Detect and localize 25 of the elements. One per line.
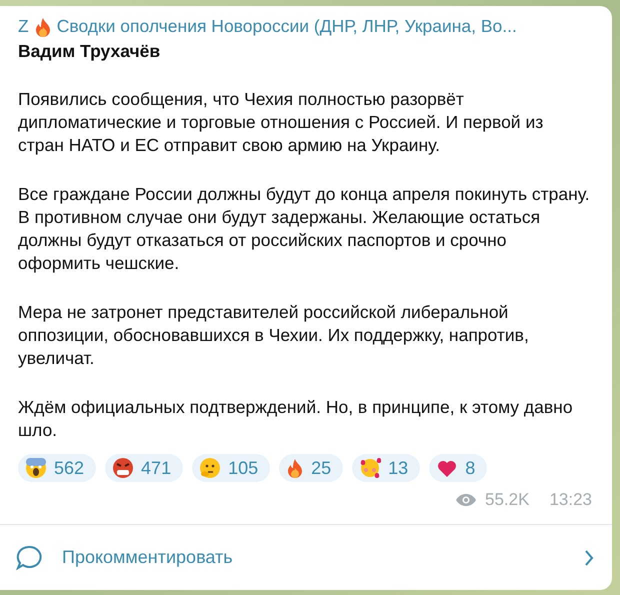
channel-prefix: Z bbox=[18, 16, 29, 37]
message-paragraph: Все граждане России должны будут до конца апреля покинуть страну. В противном случае они будут задержаны. Желающие остаться должны будут отказаться от российских паспортов и срочно оформить чешские. bbox=[18, 183, 591, 275]
fire-icon bbox=[34, 16, 52, 36]
comment-button[interactable]: Прокомментировать bbox=[0, 524, 612, 590]
author-name: Вадим Трухачёв bbox=[18, 41, 162, 62]
message-paragraph: Появились сообщения, что Чехия полностью разорвёт дипломатические и торговые отношения с Россией. И первой из стран НАТО и ЕС отправит свою армию на Украину. bbox=[18, 88, 544, 157]
reaction-button[interactable]: 8 bbox=[429, 454, 488, 482]
message-paragraph: Мера не затронет представителей российской либеральной оппозиции, обосновавшихся в Чехии. Их поддержку, напротив, увеличат. bbox=[18, 301, 530, 370]
face-with-hearts-icon bbox=[359, 457, 382, 479]
eye-icon bbox=[455, 493, 478, 507]
reaction-button[interactable]: 25 bbox=[279, 454, 344, 482]
reaction-button[interactable]: 471 bbox=[105, 454, 184, 482]
chevron-right-icon bbox=[584, 548, 594, 566]
angry-face-icon bbox=[112, 457, 134, 479]
view-count: 55.2K bbox=[485, 490, 530, 510]
message-time: 13:23 bbox=[549, 490, 592, 510]
channel-name[interactable]: Сводки ополчения Новороссии (ДНР, ЛНР, Украина, Во... bbox=[56, 16, 517, 37]
reaction-button[interactable]: 13 bbox=[352, 454, 420, 482]
message-paragraph: Ждём официальных подтверждений. Но, в принципе, к этому давно шло. bbox=[18, 396, 574, 442]
reaction-button[interactable]: 562 bbox=[18, 454, 96, 482]
speech-bubble-icon bbox=[16, 544, 42, 570]
screaming-face-icon bbox=[25, 457, 47, 479]
thinking-face-icon bbox=[199, 457, 222, 479]
fire-icon bbox=[286, 458, 304, 478]
reaction-button[interactable]: 105 bbox=[192, 454, 270, 482]
